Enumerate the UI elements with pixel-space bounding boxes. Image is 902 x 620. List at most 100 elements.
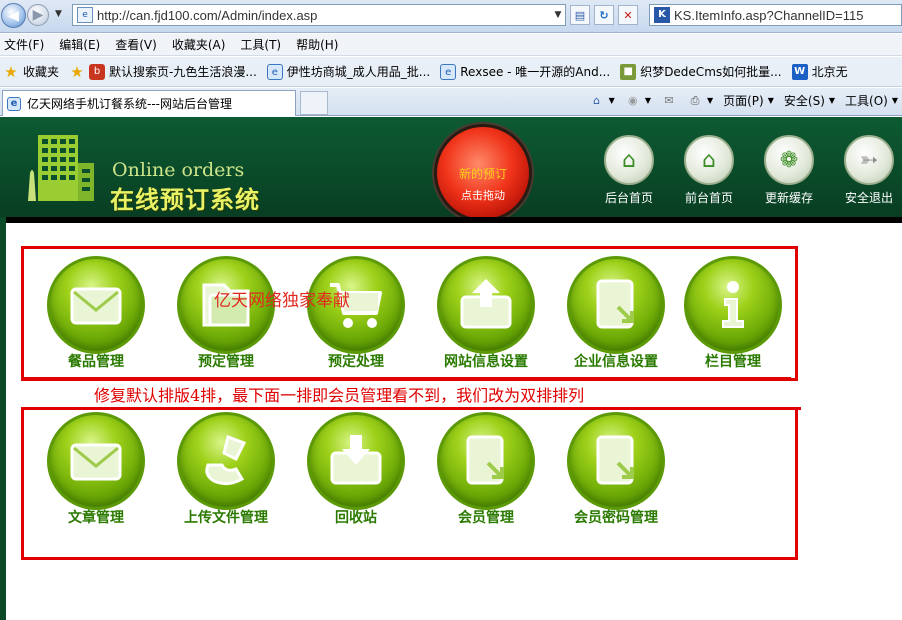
upload-envelope-icon bbox=[437, 256, 535, 354]
printer-icon: ⎙ bbox=[690, 93, 700, 107]
favorites-label: 收藏夹 bbox=[23, 65, 60, 79]
site-header: Online orders 在线预订系统 新的预订 点击拖动 ⌂ 后台首页 ⌂ … bbox=[0, 117, 902, 222]
forward-button[interactable]: ▶ bbox=[27, 4, 49, 26]
favorite-label: 伊性坊商城_成人用品_批... bbox=[286, 65, 431, 79]
module-article-management[interactable]: 文章管理 bbox=[41, 412, 151, 527]
favorite-item[interactable]: ★ b 默认搜索页-九色生活浪漫... bbox=[69, 63, 257, 80]
module-reservation-management[interactable]: 预定管理 bbox=[171, 256, 281, 371]
w-icon: W bbox=[791, 63, 808, 80]
module-recycle-bin[interactable]: 回收站 bbox=[301, 412, 411, 527]
star-icon: ★ bbox=[4, 62, 18, 81]
module-reservation-processing[interactable]: 预定处理 bbox=[301, 256, 411, 371]
browser-tab[interactable]: e 亿天网络手机订餐系统---网站后台管理 bbox=[2, 90, 296, 116]
module-member-password-management[interactable]: 会员密码管理 bbox=[561, 412, 671, 527]
page-menu[interactable]: 页面(P) ▼ bbox=[723, 92, 774, 109]
stop-button[interactable]: ✕ bbox=[618, 5, 638, 25]
nav-update-cache[interactable]: ❁ 更新缓存 bbox=[761, 135, 817, 206]
fix-note-text: 修复默认排版4排，最下面一排即会员管理看不到，我们改为双排排列 bbox=[94, 386, 585, 405]
favorite-label: 默认搜索页-九色生活浪漫... bbox=[109, 65, 257, 79]
document-arrow-icon bbox=[567, 412, 665, 510]
module-site-info-settings[interactable]: 网站信息设置 bbox=[431, 256, 541, 371]
page-icon: e bbox=[77, 7, 93, 23]
compatibility-view-icon[interactable]: ▤ bbox=[570, 5, 590, 25]
add-favorite-icon[interactable]: ★ bbox=[69, 64, 85, 80]
menu-bar: 文件(F) 编辑(E) 查看(V) 收藏夹(A) 工具(T) 帮助(H) bbox=[0, 34, 902, 56]
favorite-label: 北京无 bbox=[811, 65, 848, 79]
address-dropdown-icon[interactable]: ▼ bbox=[551, 10, 565, 20]
nav-admin-home[interactable]: ⌂ 后台首页 bbox=[601, 135, 657, 206]
home-icon: ⌂ bbox=[593, 93, 601, 107]
module-upload-file-management[interactable]: 上传文件管理 bbox=[171, 412, 281, 527]
chevron-down-icon: ▼ bbox=[767, 96, 774, 105]
leaf-icon: ❁ bbox=[764, 135, 814, 185]
history-dropdown-icon[interactable]: ▼ bbox=[55, 9, 62, 19]
favorites-bar: ★ 收藏夹 ★ b 默认搜索页-九色生活浪漫... e 伊性坊商城_成人用品_批… bbox=[0, 57, 902, 87]
safety-menu[interactable]: 安全(S) ▼ bbox=[784, 92, 835, 109]
address-url[interactable]: http://can.fjd100.com/Admin/index.asp bbox=[97, 8, 551, 23]
module-company-info-settings[interactable]: 企业信息设置 bbox=[561, 256, 671, 371]
address-bar-strip: ◀ ▶ ▼ e http://can.fjd100.com/Admin/inde… bbox=[0, 0, 902, 33]
ie-page-icon: e bbox=[7, 96, 21, 111]
tab-title: 亿天网络手机订餐系统---网站后台管理 bbox=[27, 97, 232, 111]
new-order-subtitle: 点击拖动 bbox=[461, 189, 505, 202]
menu-tools[interactable]: 工具(T) bbox=[240, 36, 281, 53]
search-provider-icon: K bbox=[654, 7, 670, 23]
info-icon bbox=[684, 256, 782, 354]
favorites-button[interactable]: ★ 收藏夹 bbox=[0, 63, 59, 80]
favorite-item[interactable]: W 北京无 bbox=[791, 63, 848, 80]
new-order-button[interactable]: 新的预订 点击拖动 bbox=[434, 124, 532, 222]
favorite-item[interactable]: e 伊性坊商城_成人用品_批... bbox=[266, 63, 431, 80]
tools-menu[interactable]: 工具(O) ▼ bbox=[845, 92, 898, 109]
menu-help[interactable]: 帮助(H) bbox=[296, 36, 338, 53]
module-column-management[interactable]: 栏目管理 bbox=[678, 256, 788, 371]
left-frame-border bbox=[0, 217, 6, 620]
chevron-down-icon: ▼ bbox=[891, 96, 898, 105]
ie-page-icon: e bbox=[440, 63, 457, 80]
module-food-management[interactable]: 餐品管理 bbox=[41, 256, 151, 371]
annotation-underline bbox=[21, 377, 791, 380]
mail-button[interactable]: ✉ bbox=[661, 93, 677, 109]
menu-edit[interactable]: 编辑(E) bbox=[59, 36, 100, 53]
favorite-label: Rexsee - 唯一开源的And... bbox=[460, 65, 611, 79]
menu-view[interactable]: 查看(V) bbox=[115, 36, 157, 53]
refresh-button[interactable]: ↻ bbox=[594, 5, 614, 25]
menu-file[interactable]: 文件(F) bbox=[4, 36, 44, 53]
address-input[interactable]: e http://can.fjd100.com/Admin/index.asp … bbox=[72, 4, 566, 26]
home-button[interactable]: ⌂ ▼ bbox=[589, 93, 615, 109]
house-icon: ⌂ bbox=[684, 135, 734, 185]
logo-english-text: Online orders bbox=[112, 159, 245, 181]
chevron-down-icon: ▼ bbox=[706, 96, 714, 105]
document-arrow-icon bbox=[567, 256, 665, 354]
search-box[interactable]: K KS.ItemInfo.asp?ChannelID=115 bbox=[649, 4, 902, 26]
admin-home-icon: ⌂ bbox=[604, 135, 654, 185]
command-bar: ⌂ ▼ ◉ ▼ ✉ ⎙ ▼ 页面(P) ▼ 安全(S) ▼ 工具(O) ▼ bbox=[579, 92, 898, 109]
envelope-icon bbox=[47, 412, 145, 510]
new-tab-button[interactable] bbox=[300, 91, 328, 115]
phone-icon bbox=[177, 412, 275, 510]
building-logo-icon bbox=[28, 135, 94, 201]
chevron-down-icon: ▼ bbox=[828, 96, 836, 105]
nav-safe-exit[interactable]: ➳ 安全退出 bbox=[841, 135, 897, 206]
favorite-item[interactable]: e Rexsee - 唯一开源的And... bbox=[440, 63, 610, 80]
search-text[interactable]: KS.ItemInfo.asp?ChannelID=115 bbox=[674, 8, 863, 23]
exit-icon: ➳ bbox=[844, 135, 894, 185]
print-button[interactable]: ⎙ ▼ bbox=[687, 93, 714, 109]
favorite-item[interactable]: ■ 织梦DedeCms如何批量... bbox=[620, 63, 782, 80]
module-member-management[interactable]: 会员管理 bbox=[431, 412, 541, 527]
dede-icon: ■ bbox=[620, 63, 637, 80]
chevron-down-icon: ▼ bbox=[608, 96, 615, 105]
favorite-label: 织梦DedeCms如何批量... bbox=[640, 65, 782, 79]
nav-front-home[interactable]: ⌂ 前台首页 bbox=[681, 135, 737, 206]
rss-icon: ◉ bbox=[628, 93, 638, 107]
header-divider bbox=[0, 217, 902, 223]
chevron-down-icon: ▼ bbox=[644, 96, 651, 105]
baidu-icon: b bbox=[89, 63, 106, 80]
envelope-icon bbox=[47, 256, 145, 354]
tab-bar: e 亿天网络手机订餐系统---网站后台管理 ⌂ ▼ ◉ ▼ ✉ ⎙ ▼ 页面(P) ▼ … bbox=[0, 88, 902, 116]
watermark-text: 亿天网络独家奉献 bbox=[214, 291, 350, 311]
menu-favorites[interactable]: 收藏夹(A) bbox=[172, 36, 226, 53]
ie-page-icon: e bbox=[266, 63, 283, 80]
feeds-button[interactable]: ◉ ▼ bbox=[625, 93, 651, 109]
back-button[interactable]: ◀ bbox=[1, 3, 26, 28]
document-arrow-icon bbox=[437, 412, 535, 510]
